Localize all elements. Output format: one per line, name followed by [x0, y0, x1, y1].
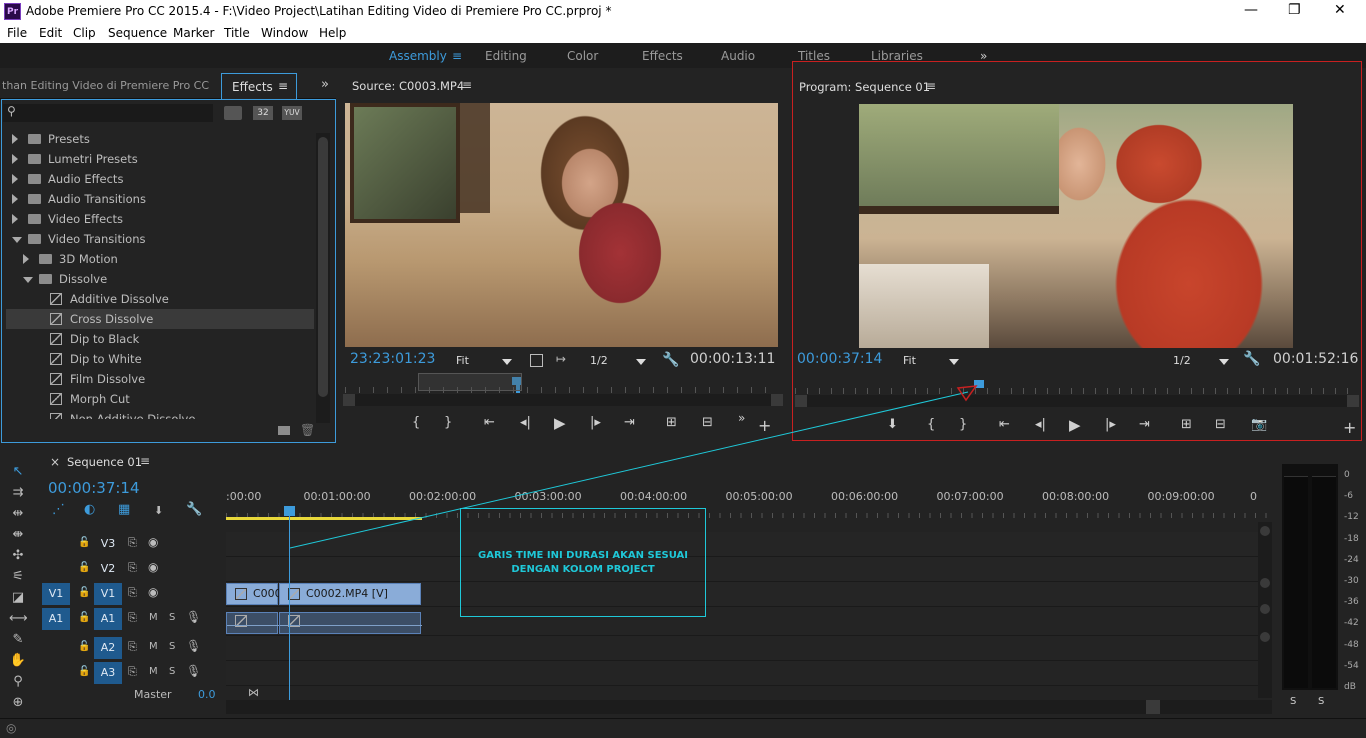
meter-scale-label: -24 [1344, 554, 1359, 565]
solo-right-button[interactable]: S [1318, 696, 1324, 707]
status-bar: ◎ [0, 718, 1366, 738]
meter-scale-label: 0 [1344, 470, 1350, 480]
meter-scale-label: -30 [1344, 576, 1359, 586]
meter-scale-label: -48 [1344, 639, 1359, 650]
meter-scale-label: dB [1344, 682, 1356, 692]
annotation-overlay [289, 385, 978, 549]
meter-scale-label: -54 [1344, 660, 1359, 671]
meter-scale-label: -36 [1344, 597, 1359, 608]
solo-left-button[interactable]: S [1290, 696, 1296, 707]
meter-scale-label: -42 [1344, 618, 1359, 629]
audio-meter-scale: 0 -6 -12 -18 -24 -30 -36 -42 -48 -54 dB [1276, 450, 1366, 700]
meter-scale-label: -12 [1344, 512, 1359, 523]
meter-scale-label: -6 [1344, 491, 1353, 502]
audio-meter-panel: 0 -6 -12 -18 -24 -30 -36 -42 -48 -54 dB S S [1276, 450, 1366, 718]
annotation-connector-line [289, 391, 969, 549]
status-icon: ◎ [6, 721, 17, 735]
annotation-arrow-marker [956, 385, 978, 402]
meter-scale-label: -18 [1344, 533, 1359, 544]
